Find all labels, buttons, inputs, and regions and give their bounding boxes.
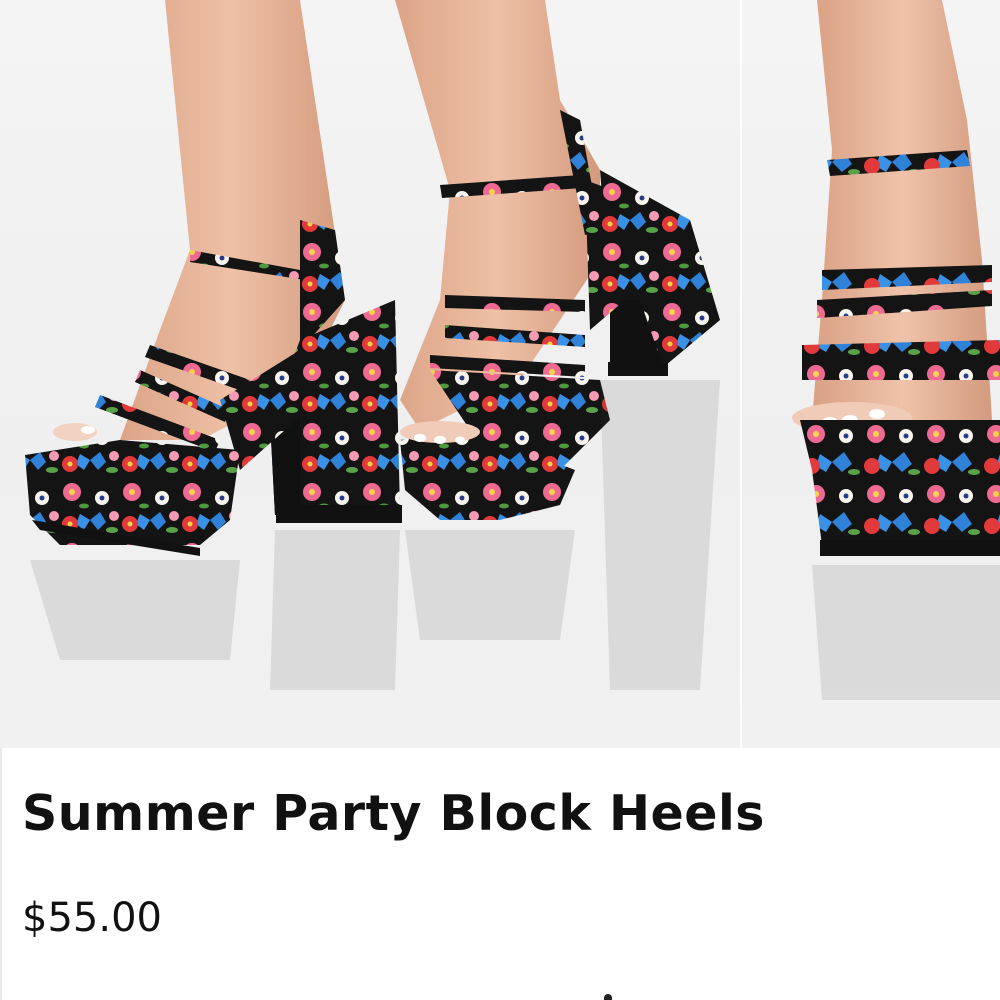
product-image-next[interactable]: [742, 0, 1000, 748]
product-title: Summer Party Block Heels: [22, 785, 765, 842]
sandal-photo-illustration: [25, 0, 720, 690]
product-image-carousel[interactable]: [0, 0, 1000, 748]
product-image-main[interactable]: [0, 0, 740, 748]
page-edge: [0, 748, 2, 1000]
product-price: $55.00: [22, 895, 162, 941]
sandal-front-photo-illustration: [792, 0, 1000, 700]
scroll-indicator: [604, 994, 612, 1000]
